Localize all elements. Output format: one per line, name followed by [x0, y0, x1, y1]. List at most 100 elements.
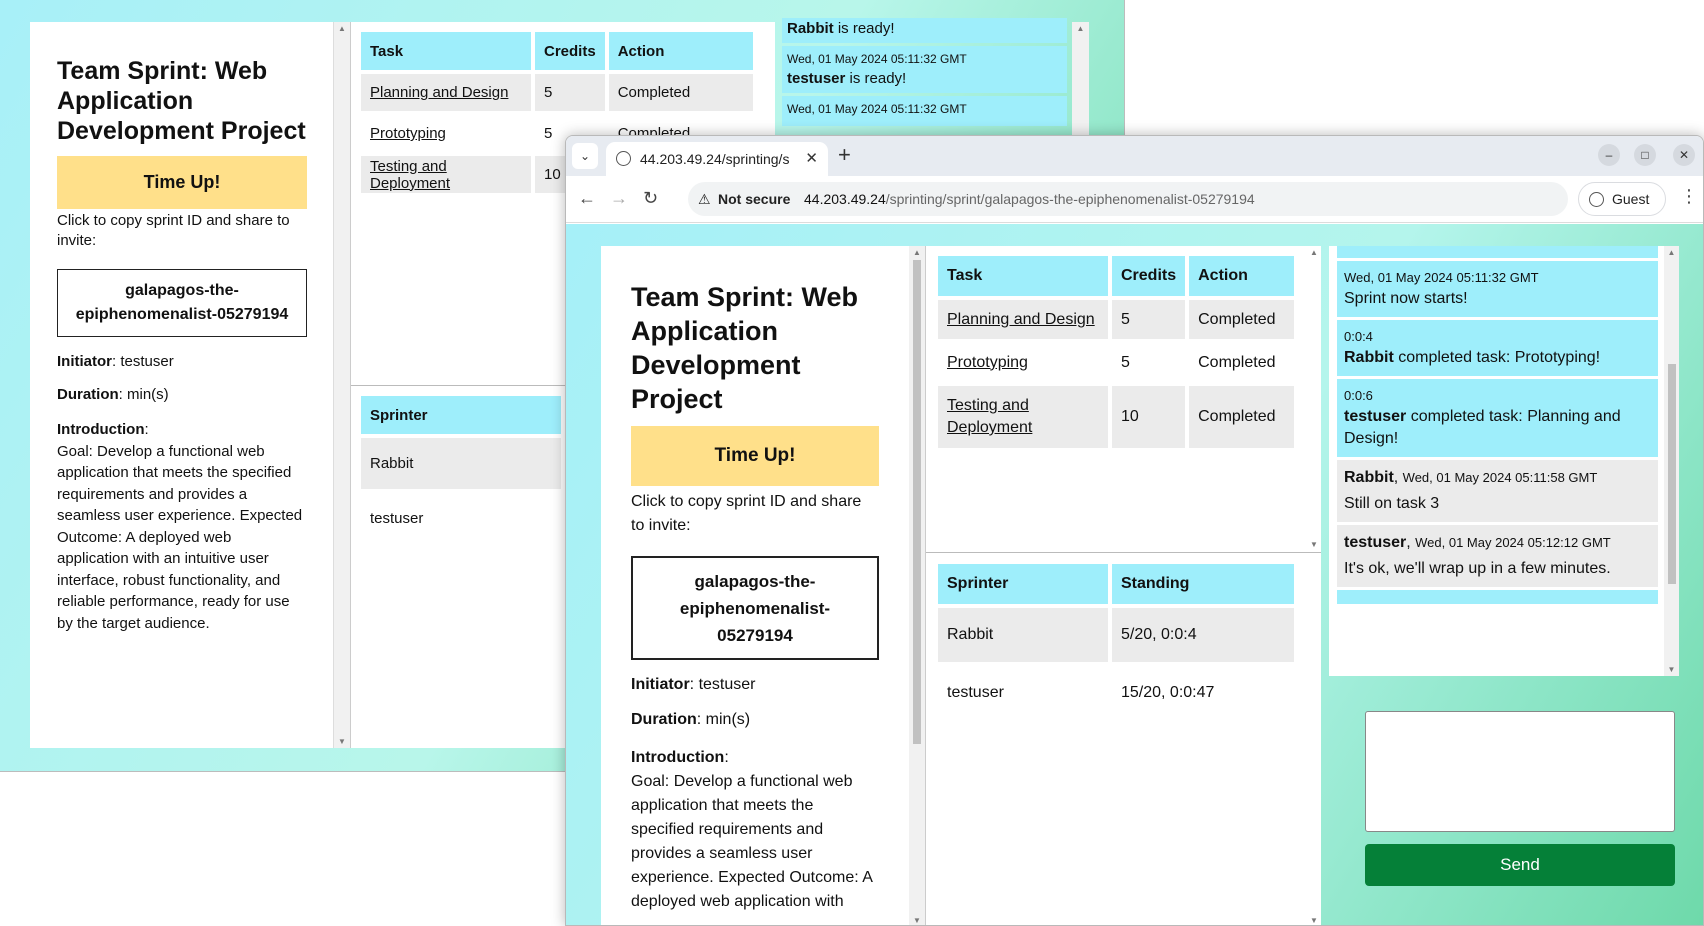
- time-up-banner: Time Up!: [57, 156, 307, 209]
- scroll-up-arrow-icon[interactable]: ▲: [334, 24, 350, 33]
- address-bar[interactable]: ⚠ Not secure 44.203.49.24/sprinting/spri…: [688, 182, 1568, 216]
- profile-label: Guest: [1612, 191, 1650, 207]
- tab-search-chevron-down-icon[interactable]: ⌄: [572, 143, 598, 169]
- url-text[interactable]: 44.203.49.24/sprinting/sprint/galapagos-…: [804, 191, 1255, 207]
- task-action: Completed: [1189, 386, 1294, 448]
- project-title: Team Sprint: Web Application Development…: [631, 282, 859, 414]
- invite-text: Click to copy sprint ID and share to inv…: [631, 493, 862, 534]
- scrollbar-thumb[interactable]: [913, 260, 921, 744]
- message-text: Still on task 3: [1344, 495, 1440, 512]
- task-action: Completed: [1198, 353, 1276, 371]
- reload-icon[interactable]: ↻: [643, 188, 658, 209]
- chat-log: Wed, 01 May 2024 05:11:32 GMT Sprint now…: [1329, 246, 1662, 676]
- task-link[interactable]: Planning and Design: [370, 84, 508, 101]
- scrollbar[interactable]: ▲ ▼: [333, 22, 350, 748]
- page-content: Team Sprint: Web Application Development…: [566, 224, 1703, 925]
- column-header: Action: [1189, 256, 1294, 296]
- task-link[interactable]: Prototyping: [370, 125, 446, 142]
- back-arrow-icon[interactable]: ←: [578, 188, 596, 209]
- message-header: Rabbit, Wed, 01 May 2024 05:11:58 GMT: [1344, 469, 1598, 486]
- column-header: Task: [361, 32, 531, 70]
- scroll-down-arrow-icon[interactable]: ▼: [334, 737, 350, 746]
- introduction: Introduction: Goal: Develop a functional …: [57, 421, 303, 632]
- scroll-up-arrow-icon[interactable]: ▲: [1072, 24, 1089, 33]
- profile-button[interactable]: Guest: [1578, 182, 1666, 216]
- initiator-line: Initiator: testuser: [57, 353, 174, 370]
- scroll-down-arrow-icon[interactable]: ▼: [1307, 916, 1321, 925]
- task-link[interactable]: Testing and Deployment: [947, 395, 1067, 439]
- scrollbar[interactable]: ▼: [1307, 553, 1321, 925]
- task-credits: 10: [1112, 386, 1186, 448]
- security-label[interactable]: Not secure: [718, 191, 790, 207]
- task-credits: 5: [1121, 353, 1130, 371]
- task-credits: 5: [1112, 300, 1186, 339]
- message-timestamp: 0:0:4: [1344, 329, 1373, 344]
- browser-menu-kebab-icon[interactable]: ⋮: [1680, 186, 1698, 207]
- message-timestamp: Wed, 01 May 2024 05:11:32 GMT: [1344, 270, 1539, 285]
- panel-divider: [926, 552, 1321, 553]
- column-header: Credits: [1112, 256, 1186, 296]
- send-button[interactable]: Send: [1365, 844, 1675, 886]
- minimize-icon[interactable]: –: [1598, 144, 1620, 166]
- task-action: Completed: [1189, 300, 1294, 339]
- task-link[interactable]: Planning and Design: [947, 311, 1095, 328]
- sprint-id-copy-button[interactable]: galapagos-the-epiphenomenalist-05279194: [57, 269, 307, 337]
- message-header: testuser, Wed, 01 May 2024 05:12:12 GMT: [1344, 534, 1611, 551]
- scroll-down-arrow-icon[interactable]: ▼: [1307, 540, 1321, 549]
- table-row: Testing and Deployment 10 Completed: [938, 386, 1294, 448]
- task-link[interactable]: Prototyping: [947, 354, 1028, 371]
- chat-message: Wed, 01 May 2024 05:11:32 GMT: [782, 96, 1067, 126]
- sprinter-name: Rabbit: [938, 608, 1108, 662]
- chat-message-input[interactable]: [1365, 711, 1675, 832]
- scroll-down-arrow-icon[interactable]: ▼: [909, 916, 925, 925]
- scroll-up-arrow-icon[interactable]: ▲: [1307, 248, 1321, 257]
- new-tab-plus-icon[interactable]: +: [838, 142, 851, 168]
- sprinter-name: Rabbit: [361, 438, 561, 489]
- message-timestamp: 0:0:6: [1344, 388, 1373, 403]
- chat-message: testuser, Wed, 01 May 2024 05:12:12 GMT …: [1337, 525, 1658, 587]
- column-header: Task: [938, 256, 1108, 296]
- initiator-line: Initiator: testuser: [631, 676, 756, 693]
- task-credits: 5: [535, 74, 605, 111]
- sprinter-table: Sprinter Standing Rabbit 5/20, 0:0:4 tes…: [934, 560, 1298, 724]
- table-row: Planning and Design 5 Completed: [938, 300, 1294, 339]
- chat-message: [1337, 590, 1658, 604]
- close-window-icon[interactable]: ✕: [1673, 144, 1695, 166]
- chat-message: Rabbit is ready!: [782, 18, 1067, 43]
- message-text: Sprint now starts!: [1344, 290, 1468, 307]
- duration-line: Duration: min(s): [631, 711, 751, 728]
- chat-message: 0:0:4 Rabbit completed task: Prototyping…: [1337, 320, 1658, 376]
- scroll-down-arrow-icon[interactable]: ▼: [1664, 665, 1679, 674]
- message-text: testuser completed task: Planning and De…: [1344, 408, 1621, 447]
- close-tab-icon[interactable]: ✕: [805, 149, 818, 167]
- task-table: Task Credits Action Planning and Design …: [934, 252, 1298, 452]
- message-text: Rabbit completed task: Prototyping!: [1344, 349, 1601, 366]
- sprint-id-copy-button[interactable]: galapagos-the-epiphenomenalist-05279194: [631, 556, 879, 660]
- chat-scrollbar[interactable]: ▲ ▼: [1664, 246, 1679, 676]
- scrollbar-thumb[interactable]: [1668, 364, 1676, 584]
- browser-toolbar: ← → ↻ ⚠ Not secure 44.203.49.24/sprintin…: [566, 176, 1703, 223]
- chat-panel: Rabbit is ready! Wed, 01 May 2024 05:11:…: [782, 18, 1067, 138]
- project-title: Team Sprint: Web Application Development…: [57, 57, 306, 145]
- scroll-up-arrow-icon[interactable]: ▲: [1664, 248, 1679, 257]
- table-row: Rabbit 5/20, 0:0:4: [938, 608, 1294, 662]
- chat-message: Wed, 01 May 2024 05:11:32 GMT Sprint now…: [1337, 261, 1658, 317]
- column-header: Credits: [535, 32, 605, 70]
- introduction: Introduction: Goal: Develop a functional …: [631, 749, 873, 910]
- scrollbar[interactable]: ▲ ▼: [909, 246, 925, 925]
- project-info-panel: Team Sprint: Web Application Development…: [601, 246, 909, 925]
- forward-arrow-icon[interactable]: →: [610, 188, 628, 209]
- task-link[interactable]: Testing and Deployment: [370, 158, 450, 192]
- scrollbar[interactable]: ▲ ▼: [1307, 246, 1321, 551]
- table-row: testuser 15/20, 0:0:47: [938, 666, 1294, 720]
- warning-triangle-icon: ⚠: [698, 191, 711, 207]
- project-info-panel: Team Sprint: Web Application Development…: [30, 22, 333, 748]
- maximize-icon[interactable]: □: [1634, 144, 1656, 166]
- time-up-banner: Time Up!: [631, 426, 879, 486]
- column-header: Standing: [1112, 564, 1294, 604]
- scroll-up-arrow-icon[interactable]: ▲: [909, 248, 925, 257]
- column-header: Sprinter: [938, 564, 1108, 604]
- chat-message: [1337, 246, 1658, 258]
- browser-tab[interactable]: 44.203.49.24/sprinting/s ✕: [606, 142, 828, 176]
- chat-scrollbar[interactable]: ▲: [1072, 22, 1089, 140]
